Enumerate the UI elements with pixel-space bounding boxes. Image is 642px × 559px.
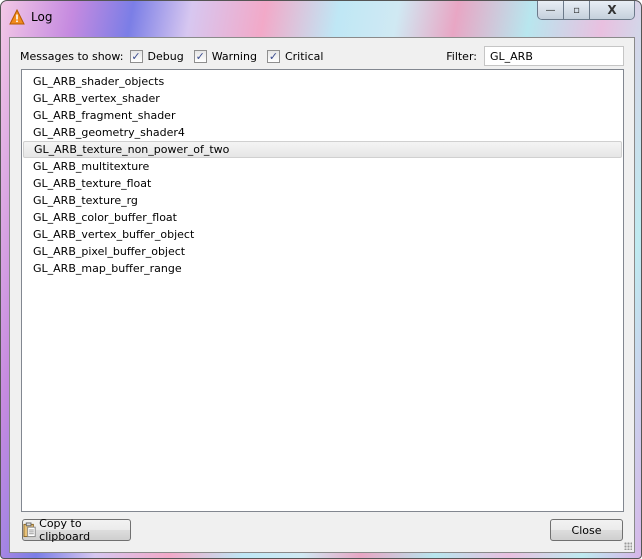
- message-item[interactable]: GL_ARB_shader_objects: [23, 73, 622, 90]
- log-window: Log — ▫ X Messages to show: ✓ Debug ✓ Warn…: [0, 0, 642, 559]
- debug-checkbox[interactable]: ✓ Debug: [129, 49, 184, 63]
- warning-checkbox[interactable]: ✓ Warning: [193, 49, 257, 63]
- copy-to-clipboard-button[interactable]: Copy to clipboard: [22, 517, 131, 543]
- message-item[interactable]: GL_ARB_texture_rg: [23, 192, 622, 209]
- close-button[interactable]: Close: [550, 519, 623, 541]
- message-item[interactable]: GL_ARB_vertex_shader: [23, 90, 622, 107]
- critical-label: Critical: [284, 49, 324, 63]
- warning-label: Warning: [211, 49, 257, 63]
- caption-buttons: — ▫ X: [537, 1, 635, 20]
- messages-label: Messages to show:: [20, 49, 124, 63]
- clipboard-icon: [23, 522, 36, 538]
- filter-row: Messages to show: ✓ Debug ✓ Warning ✓ Criti…: [20, 45, 624, 67]
- debug-label: Debug: [147, 49, 184, 63]
- minimize-button[interactable]: —: [538, 1, 564, 19]
- message-item[interactable]: GL_ARB_fragment_shader: [23, 107, 622, 124]
- filter-label: Filter:: [446, 49, 477, 63]
- window-title: Log: [31, 10, 53, 24]
- message-list[interactable]: GL_ARB_shader_objects GL_ARB_vertex_shade…: [21, 69, 624, 512]
- copy-label: Copy to clipboard: [39, 517, 91, 543]
- message-item[interactable]: GL_ARB_multitexture: [23, 158, 622, 175]
- client-area: Messages to show: ✓ Debug ✓ Warning ✓ Criti…: [9, 37, 635, 553]
- maximize-button[interactable]: ▫: [564, 1, 590, 19]
- message-item[interactable]: GL_ARB_geometry_shader4: [23, 124, 622, 141]
- close-window-button[interactable]: X: [590, 1, 634, 19]
- critical-checkbox[interactable]: ✓ Critical: [266, 49, 324, 63]
- message-item[interactable]: GL_ARB_map_buffer_range: [23, 260, 622, 277]
- filter-input[interactable]: [484, 46, 624, 66]
- message-item[interactable]: GL_ARB_texture_non_power_of_two: [23, 141, 622, 158]
- message-item[interactable]: GL_ARB_color_buffer_float: [23, 209, 622, 226]
- check-icon: ✓: [129, 49, 143, 63]
- title-bar: Log: [9, 7, 52, 27]
- message-item[interactable]: GL_ARB_pixel_buffer_object: [23, 243, 622, 260]
- message-item[interactable]: GL_ARB_vertex_buffer_object: [23, 226, 622, 243]
- resize-grip[interactable]: [624, 542, 632, 550]
- check-icon: ✓: [266, 49, 280, 63]
- warning-icon: [9, 9, 25, 25]
- check-icon: ✓: [193, 49, 207, 63]
- message-item[interactable]: GL_ARB_texture_float: [23, 175, 622, 192]
